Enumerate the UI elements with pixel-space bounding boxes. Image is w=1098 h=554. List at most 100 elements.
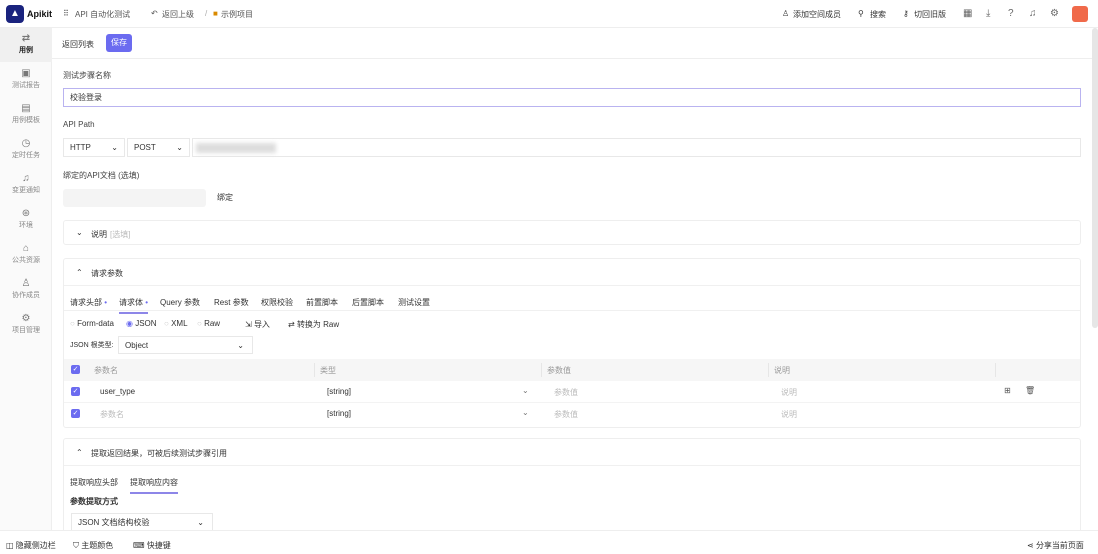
sidebar-item-label: 公共资源	[12, 257, 40, 264]
tab-query[interactable]: Query 参数	[160, 297, 200, 308]
method-select[interactable]: POST ⌄	[127, 138, 190, 157]
sidebar-item-cases[interactable]: ⇄ 用例	[0, 28, 52, 62]
param-type-select[interactable]: [string]	[327, 409, 351, 418]
sidebar-item-scheduled[interactable]: ◷ 定时任务	[0, 138, 52, 160]
save-button[interactable]: 保存	[106, 34, 132, 52]
tab-body[interactable]: 请求体 •	[119, 297, 149, 314]
extract-method-select[interactable]: JSON 文档结构校验 ⌄	[71, 513, 213, 531]
radio-xml[interactable]: ○ XML	[164, 319, 188, 328]
param-name-input[interactable]: 参数名	[100, 409, 124, 420]
old-version-button[interactable]: 切回旧版	[914, 9, 946, 20]
keyboard-icon: ⌨	[133, 541, 145, 550]
root-type-value: Object	[125, 341, 149, 350]
extract-panel: ⌃ 提取返回结果，可被后续测试步骤引用 提取响应头部 提取响应内容 参数提取方式…	[63, 438, 1081, 538]
sidebar-item-resources[interactable]: ⌂ 公共资源	[0, 243, 52, 265]
scrollbar[interactable]	[1092, 28, 1098, 328]
protocol-select[interactable]: HTTP ⌄	[63, 138, 125, 157]
param-value-input[interactable]: 参数值	[554, 387, 578, 398]
sidebar-item-members[interactable]: ♙ 协作成员	[0, 278, 52, 300]
app-switcher[interactable]: API 自动化测试	[75, 9, 130, 20]
column-divider	[768, 363, 769, 377]
column-header-name: 参数名	[94, 366, 118, 375]
tab-headers[interactable]: 请求头部 •	[70, 297, 107, 308]
sidebar-item-project-settings[interactable]: ⚙ 项目管理	[0, 313, 52, 335]
root-type-select[interactable]: Object ⌄	[118, 336, 253, 354]
param-type-select[interactable]: [string]	[327, 387, 351, 396]
shortcuts-button[interactable]: ⌨ 快捷键	[133, 540, 171, 551]
description-title: 说明	[91, 230, 107, 239]
tab-post-script[interactable]: 后置脚本	[352, 297, 384, 308]
back-parent-link[interactable]: 返回上级	[162, 9, 194, 20]
dot-indicator: •	[145, 298, 149, 307]
share-icon: ⋖	[1027, 541, 1034, 550]
theme-button[interactable]: ⛉ 主题颜色	[73, 540, 113, 551]
hide-sidebar-button[interactable]: ◫ 隐藏侧边栏	[6, 540, 56, 551]
avatar[interactable]	[1072, 6, 1088, 22]
download-icon[interactable]: ⤓	[986, 8, 990, 19]
tab-test-settings[interactable]: 测试设置	[398, 297, 430, 308]
select-all-checkbox[interactable]: ✓	[71, 365, 80, 374]
search-button[interactable]: 搜索	[870, 9, 886, 20]
tab-extract-body[interactable]: 提取响应内容	[130, 477, 178, 494]
request-params-title: 请求参数	[91, 269, 123, 278]
sidebar-item-reports[interactable]: ▣ 测试报告	[0, 68, 52, 90]
sidebar-item-notifications[interactable]: ♫ 变更通知	[0, 173, 52, 195]
bind-button[interactable]: 绑定	[210, 189, 240, 207]
param-desc-input[interactable]: 说明	[781, 387, 797, 398]
share-page-button[interactable]: ⋖ 分享当前页面	[1027, 540, 1084, 551]
gear-icon: ⚙	[21, 313, 31, 324]
bell-icon[interactable]: ♫	[1029, 8, 1037, 19]
radio-form-data[interactable]: ○ Form-data	[70, 319, 114, 328]
shortcuts-label: 快捷键	[146, 541, 171, 550]
row-checkbox[interactable]: ✓	[71, 409, 80, 418]
root-type-label: JSON 根类型:	[70, 342, 114, 349]
app-menu-icon[interactable]: ⠿	[63, 9, 69, 18]
convert-raw-button[interactable]: ⇄ 转换为 Raw	[288, 319, 339, 330]
column-header-value: 参数值	[547, 366, 571, 375]
trash-icon[interactable]: 🗑	[1025, 386, 1035, 395]
sidebar-item-label: 项目管理	[12, 327, 40, 334]
api-path-input[interactable]	[192, 138, 1081, 157]
description-panel[interactable]: ⌄ 说明 [选填]	[63, 220, 1081, 245]
row-checkbox[interactable]: ✓	[71, 387, 80, 396]
column-header-desc: 说明	[774, 366, 790, 375]
breadcrumb-project[interactable]: 示例项目	[221, 9, 253, 20]
bind-api-input[interactable]	[63, 189, 206, 207]
chevron-down-icon[interactable]: ⌄	[522, 386, 529, 395]
tab-rest[interactable]: Rest 参数	[214, 297, 249, 308]
puzzle-icon: ⌂	[22, 243, 30, 254]
tab-extract-headers[interactable]: 提取响应头部	[70, 477, 118, 488]
param-value-input[interactable]: 参数值	[554, 409, 578, 420]
radio-raw[interactable]: ○ Raw	[197, 319, 220, 328]
add-child-icon[interactable]: ⊞	[1004, 386, 1011, 395]
calendar-icon[interactable]: ▦	[963, 8, 972, 19]
import-button[interactable]: ⇲ 导入	[245, 319, 270, 330]
chevron-up-icon[interactable]: ⌃	[76, 268, 83, 277]
chevron-down-icon[interactable]: ⌄	[522, 408, 529, 417]
help-icon[interactable]: ?	[1008, 8, 1014, 19]
chevron-down-icon: ⌄	[176, 143, 183, 152]
tab-pre-script[interactable]: 前置脚本	[306, 297, 338, 308]
radio-json[interactable]: ◉ JSON	[126, 319, 157, 328]
add-member-button[interactable]: 添加空间成员	[793, 9, 841, 20]
settings-icon[interactable]: ⚙	[1050, 8, 1059, 19]
step-name-label: 测试步骤名称	[63, 71, 111, 80]
radio-label: Form-data	[77, 319, 114, 328]
sidebar-item-environment[interactable]: ⊛ 环境	[0, 208, 52, 230]
chevron-up-icon[interactable]: ⌃	[76, 448, 83, 457]
tab-auth[interactable]: 权限校验	[261, 297, 293, 308]
sidebar-item-templates[interactable]: ▤ 用例模板	[0, 103, 52, 125]
divider	[64, 465, 1080, 466]
back-icon: ↶	[151, 9, 158, 18]
back-to-list-button[interactable]: 返回列表	[62, 39, 94, 50]
column-divider	[314, 363, 315, 377]
param-desc-input[interactable]: 说明	[781, 409, 797, 420]
pin-icon: ⚷	[903, 9, 909, 18]
radio-label: Raw	[204, 319, 221, 328]
param-name-input[interactable]: user_type	[100, 387, 135, 396]
sidebar-item-label: 定时任务	[12, 152, 40, 159]
import-icon: ⇲	[245, 320, 252, 329]
theme-label: 主题颜色	[81, 541, 114, 550]
step-name-input[interactable]: 校验登录	[63, 88, 1081, 107]
gift-icon: ■	[213, 9, 218, 18]
